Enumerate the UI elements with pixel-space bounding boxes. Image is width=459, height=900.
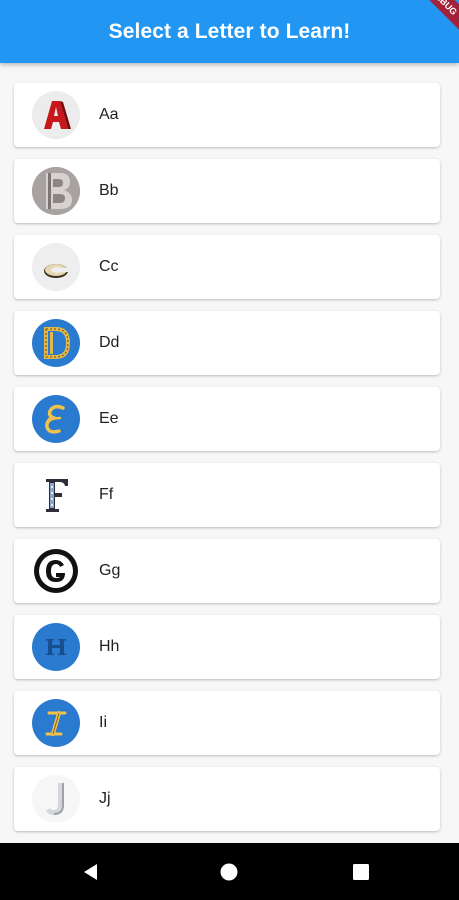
letter-card-j[interactable]: Jj — [14, 767, 440, 831]
letter-label-a: Aa — [99, 106, 119, 123]
letter-card-h[interactable]: Hh — [14, 615, 440, 679]
patterned-serif-letter-f-icon — [32, 471, 80, 519]
letter-label-j: Jj — [99, 790, 111, 807]
tilted-letter-c-icon — [32, 243, 80, 291]
gold-script-letter-i-icon — [32, 699, 80, 747]
letter-label-h: Hh — [99, 638, 120, 655]
letter-card-f[interactable]: Ff — [14, 463, 440, 527]
silver-letter-j-icon — [32, 775, 80, 823]
letter-card-i[interactable]: Ii — [14, 691, 440, 755]
blue-letter-h-icon — [32, 623, 80, 671]
letter-card-b[interactable]: Bb — [14, 159, 440, 223]
letter-label-g: Gg — [99, 562, 121, 579]
gold-script-letter-e-icon — [32, 395, 80, 443]
stone-letter-b-icon — [32, 167, 80, 215]
letter-label-d: Dd — [99, 334, 120, 351]
letter-label-c: Cc — [99, 258, 119, 275]
ornate-gold-letter-d-icon — [32, 319, 80, 367]
letter-card-d[interactable]: Dd — [14, 311, 440, 375]
red-3d-letter-a-icon — [32, 91, 80, 139]
system-nav-bar — [0, 843, 459, 900]
home-icon[interactable] — [214, 857, 244, 887]
letter-card-a[interactable]: Aa — [14, 83, 440, 147]
letter-card-e[interactable]: Ee — [14, 387, 440, 451]
recents-icon[interactable] — [346, 857, 376, 887]
letter-label-f: Ff — [99, 486, 114, 503]
app-bar: Select a Letter to Learn! — [0, 0, 459, 63]
black-circle-letter-g-icon — [32, 547, 80, 595]
page-title: Select a Letter to Learn! — [108, 19, 351, 43]
letter-label-e: Ee — [99, 410, 119, 427]
letter-card-g[interactable]: Gg — [14, 539, 440, 603]
letter-list[interactable]: Aa Bb Cc Dd Ee Ff Gg Hh Ii Jj — [0, 63, 459, 843]
letter-label-i: Ii — [99, 714, 107, 731]
letter-label-b: Bb — [99, 182, 119, 199]
back-icon[interactable] — [76, 857, 106, 887]
letter-card-c[interactable]: Cc — [14, 235, 440, 299]
